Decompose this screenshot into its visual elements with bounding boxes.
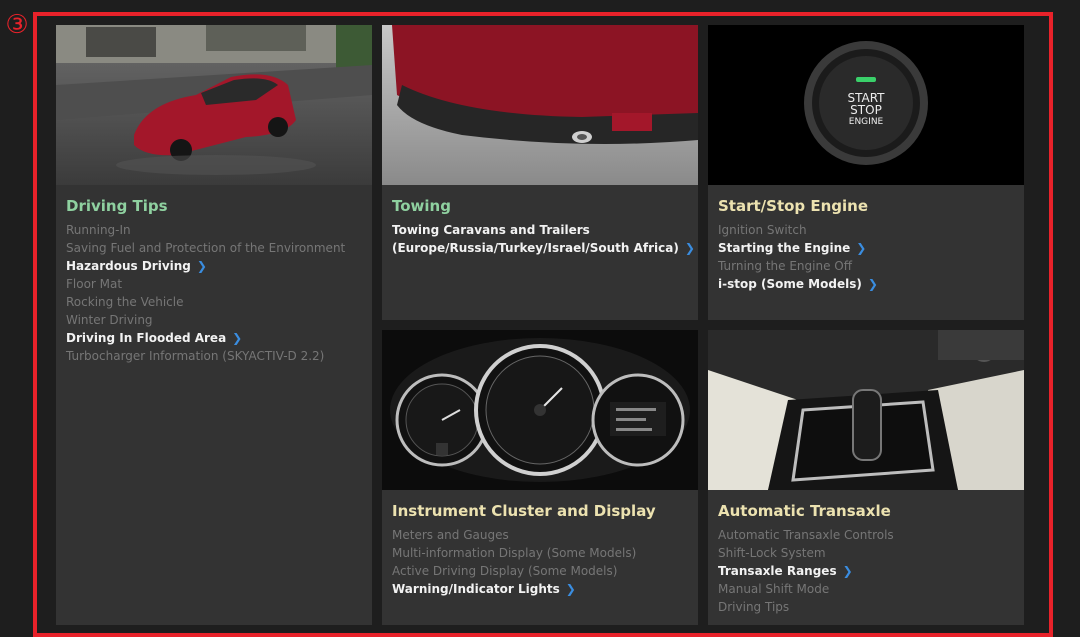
card-start-stop-engine: START STOP ENGINE Start/Stop Engine Igni…	[708, 25, 1024, 320]
card-towing: Towing Towing Caravans and Trailers (Eur…	[382, 25, 698, 320]
link-turning-engine-off[interactable]: Turning the Engine Off	[718, 257, 1018, 275]
link-active-driving-display[interactable]: Active Driving Display (Some Models)	[392, 562, 692, 580]
towing-image	[382, 25, 698, 185]
link-ignition-switch[interactable]: Ignition Switch	[718, 221, 1018, 239]
card-title: Instrument Cluster and Display	[392, 502, 656, 520]
link-manual-shift-mode[interactable]: Manual Shift Mode	[718, 580, 1018, 598]
link-saving-fuel[interactable]: Saving Fuel and Protection of the Enviro…	[66, 239, 366, 257]
link-running-in[interactable]: Running-In	[66, 221, 366, 239]
driving-tips-image	[56, 25, 372, 185]
start-stop-image: START STOP ENGINE	[708, 25, 1024, 185]
link-towing-regions[interactable]: (Europe/Russia/Turkey/Israel/South Afric…	[392, 239, 695, 257]
chevron-right-icon: ❯	[684, 241, 695, 255]
section-number-marker: ③	[5, 10, 29, 40]
link-i-stop[interactable]: i-stop (Some Models) ❯	[718, 275, 1018, 293]
link-transaxle-controls[interactable]: Automatic Transaxle Controls	[718, 526, 1018, 544]
card-driving-tips: Driving Tips Running-In Saving Fuel and …	[56, 25, 372, 625]
link-driving-flooded-area[interactable]: Driving In Flooded Area ❯	[66, 329, 366, 347]
link-driving-tips-transaxle[interactable]: Driving Tips	[718, 598, 1018, 616]
link-winter-driving[interactable]: Winter Driving	[66, 311, 366, 329]
link-warning-indicator-lights[interactable]: Warning/Indicator Lights ❯	[392, 580, 692, 598]
chevron-right-icon: ❯	[565, 582, 576, 596]
link-starting-engine[interactable]: Starting the Engine ❯	[718, 239, 1018, 257]
link-transaxle-ranges[interactable]: Transaxle Ranges ❯	[718, 562, 1018, 580]
chevron-right-icon: ❯	[867, 277, 878, 291]
link-floor-mat[interactable]: Floor Mat	[66, 275, 366, 293]
card-title: Start/Stop Engine	[718, 197, 869, 215]
button-label-engine: ENGINE	[848, 117, 884, 127]
link-shift-lock-system[interactable]: Shift-Lock System	[718, 544, 1018, 562]
button-label-stop: STOP	[850, 103, 882, 117]
link-meters-gauges[interactable]: Meters and Gauges	[392, 526, 692, 544]
chevron-right-icon: ❯	[856, 241, 867, 255]
automatic-transaxle-image	[708, 330, 1024, 490]
link-towing-caravans[interactable]: Towing Caravans and Trailers	[392, 221, 692, 239]
link-rocking-vehicle[interactable]: Rocking the Vehicle	[66, 293, 366, 311]
card-title: Driving Tips	[66, 197, 168, 215]
card-automatic-transaxle: Automatic Transaxle Automatic Transaxle …	[708, 330, 1024, 625]
instrument-cluster-image	[382, 330, 698, 490]
chevron-right-icon: ❯	[196, 259, 207, 273]
card-title: Towing	[392, 197, 451, 215]
card-instrument-cluster: Instrument Cluster and Display Meters an…	[382, 330, 698, 625]
chevron-right-icon: ❯	[842, 564, 853, 578]
card-title: Automatic Transaxle	[718, 502, 891, 520]
chevron-right-icon: ❯	[232, 331, 243, 345]
link-turbocharger-info[interactable]: Turbocharger Information (SKYACTIV-D 2.2…	[66, 347, 366, 365]
link-multi-info-display[interactable]: Multi-information Display (Some Models)	[392, 544, 692, 562]
link-hazardous-driving[interactable]: Hazardous Driving ❯	[66, 257, 366, 275]
